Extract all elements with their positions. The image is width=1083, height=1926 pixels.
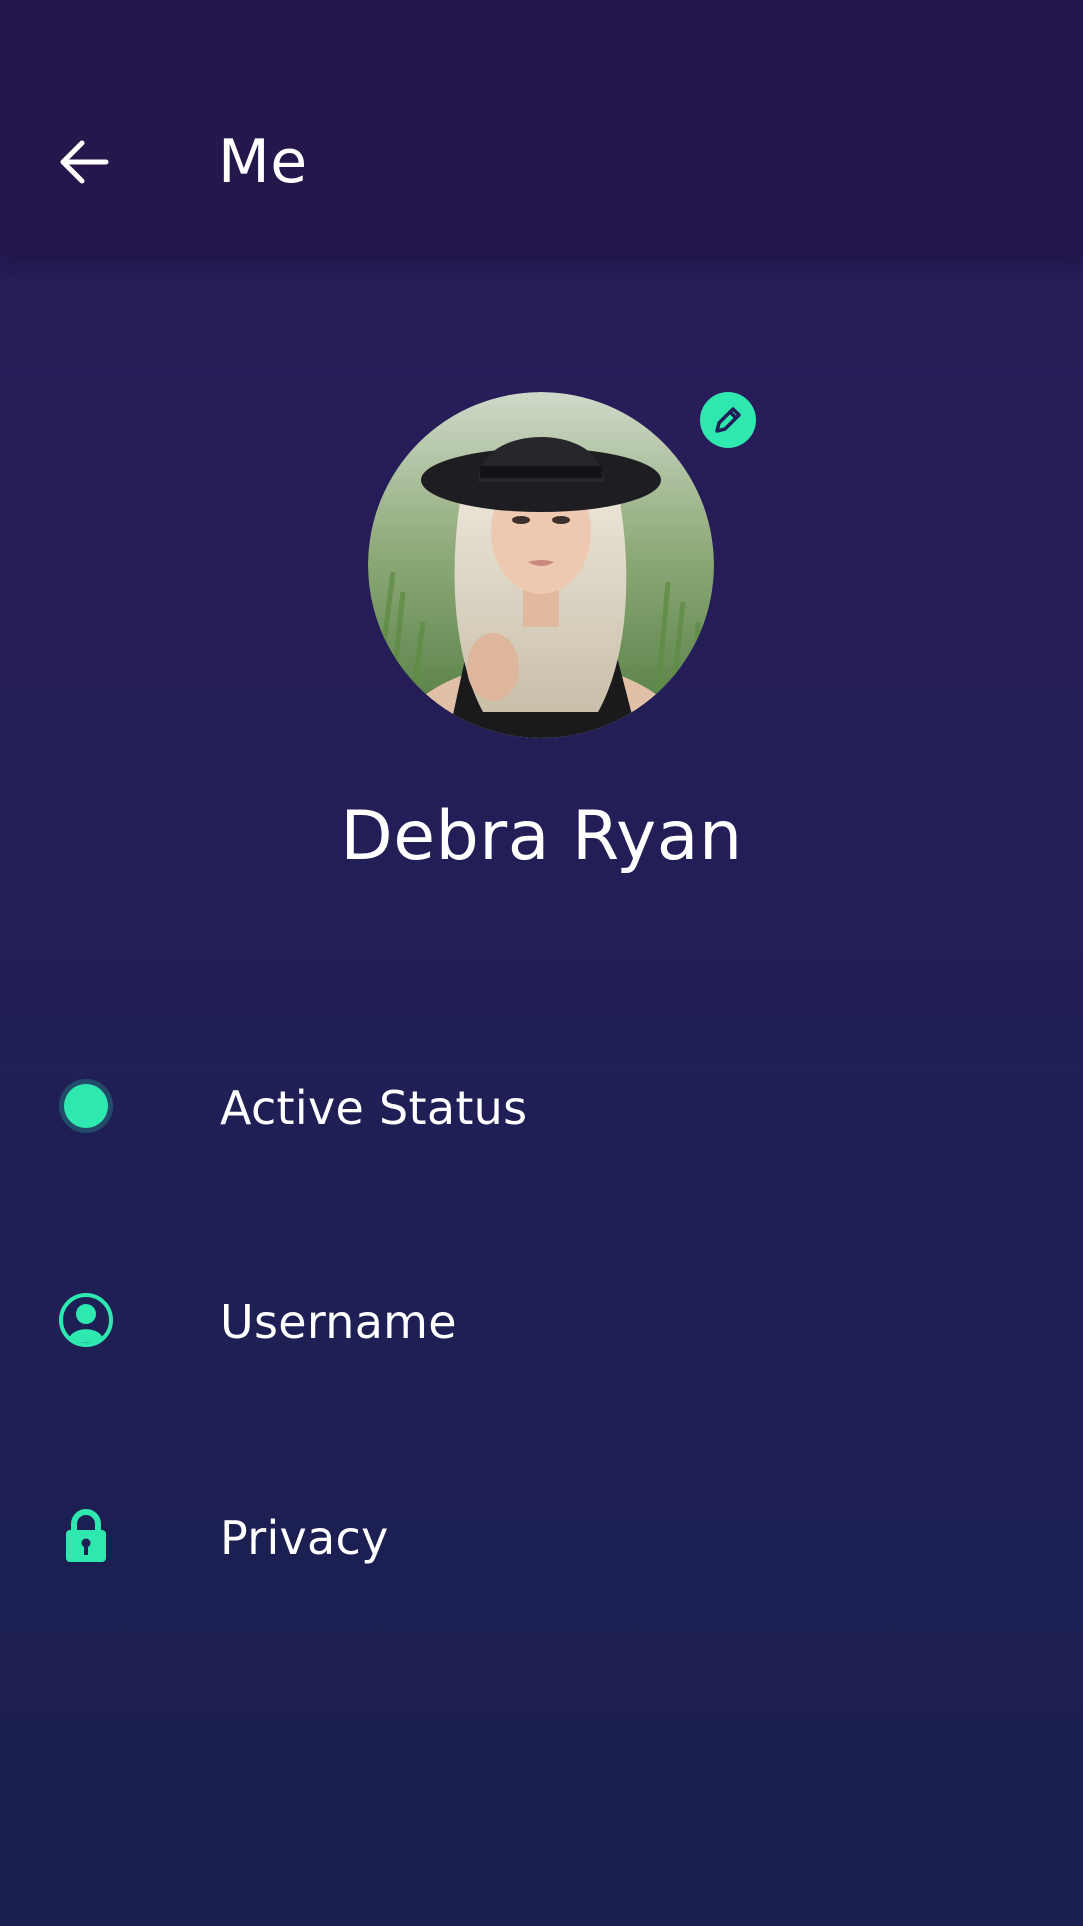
avatar-photo (368, 392, 714, 738)
profile-avatar[interactable] (368, 392, 714, 738)
menu-item-active-status[interactable]: Active Status (0, 1046, 1083, 1166)
profile-name: Debra Ryan (340, 797, 743, 876)
menu-item-username[interactable]: Username (0, 1260, 1083, 1380)
user-circle-icon (59, 1293, 113, 1347)
arrow-left-icon (60, 140, 109, 184)
pencil-icon (715, 407, 741, 433)
menu-item-label: Active Status (220, 1081, 528, 1135)
menu-item-privacy[interactable]: Privacy (0, 1476, 1083, 1596)
lock-icon (66, 1509, 106, 1562)
back-button[interactable] (52, 130, 116, 194)
edit-profile-button[interactable] (700, 392, 756, 448)
menu-item-label: Privacy (220, 1511, 389, 1565)
page-title: Me (218, 127, 308, 197)
menu-item-label: Username (220, 1295, 457, 1349)
status-dot-icon (64, 1084, 108, 1128)
avatar (368, 392, 714, 738)
app-bar: Me (0, 0, 1083, 255)
